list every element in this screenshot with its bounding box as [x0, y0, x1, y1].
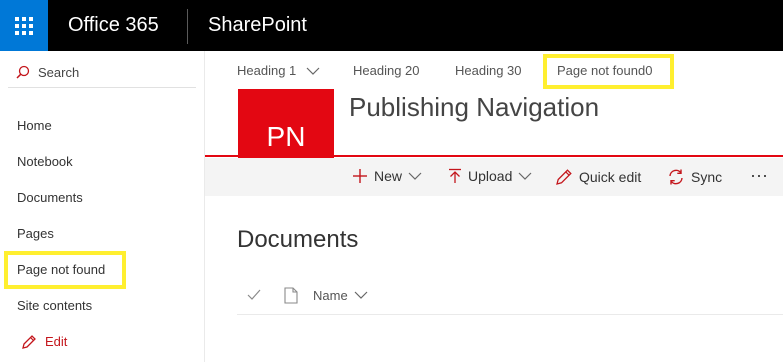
- header-divider: [205, 155, 783, 157]
- suite-bar: Office 365 SharePoint: [0, 0, 783, 51]
- sync-label: Sync: [691, 169, 723, 185]
- nav-item-notebook[interactable]: Notebook: [17, 154, 73, 169]
- highlight-box-topnav: [543, 54, 674, 89]
- command-bar: New Upload Quick edit Sync ···: [205, 158, 783, 196]
- topnav-label: Heading 1: [237, 63, 297, 78]
- topnav-item-heading-20[interactable]: Heading 20: [353, 63, 420, 78]
- site-title[interactable]: Publishing Navigation: [349, 92, 599, 123]
- chevron-down-icon: [354, 291, 368, 299]
- site-logo-text: PN: [266, 121, 306, 152]
- nav-item-pages[interactable]: Pages: [17, 226, 54, 241]
- upload-label: Upload: [468, 168, 513, 184]
- checkmark-icon[interactable]: [247, 289, 261, 301]
- library-title[interactable]: Documents: [237, 226, 358, 254]
- suite-divider: [187, 9, 188, 44]
- plus-icon: [353, 169, 367, 183]
- suite-app-title[interactable]: SharePoint: [208, 14, 307, 37]
- new-button[interactable]: New: [352, 168, 422, 184]
- app-launcher-button[interactable]: [0, 0, 48, 51]
- search-icon: [16, 65, 30, 79]
- topnav-item-heading-30[interactable]: Heading 30: [455, 63, 522, 78]
- upload-icon: [449, 168, 461, 183]
- chevron-down-icon: [408, 172, 422, 180]
- column-header-row: Name: [237, 280, 783, 315]
- chevron-down-icon: [306, 67, 320, 75]
- nav-item-site-contents[interactable]: Site contents: [17, 298, 92, 313]
- pencil-icon: [556, 169, 572, 185]
- suite-product-title[interactable]: Office 365: [68, 14, 159, 37]
- left-navigation: Search Home Notebook Documents Pages Pag…: [0, 51, 205, 362]
- highlight-box-leftnav: [4, 251, 126, 289]
- quick-edit-label: Quick edit: [579, 169, 642, 185]
- edit-icon: [22, 335, 36, 349]
- waffle-icon: [15, 16, 33, 35]
- chevron-down-icon: [518, 172, 532, 180]
- search-box[interactable]: Search: [8, 57, 196, 88]
- new-label: New: [374, 168, 403, 184]
- name-column-label: Name: [313, 288, 348, 303]
- search-label: Search: [38, 65, 80, 80]
- more-commands-button[interactable]: ···: [750, 165, 768, 186]
- sync-icon: [669, 169, 683, 185]
- topnav-item-heading-1[interactable]: Heading 1: [237, 63, 320, 78]
- nav-item-home[interactable]: Home: [17, 118, 52, 133]
- edit-links-button[interactable]: Edit: [45, 334, 67, 349]
- upload-button[interactable]: Upload: [448, 168, 532, 184]
- sync-button[interactable]: Sync: [667, 168, 722, 186]
- name-column-header[interactable]: Name: [313, 288, 368, 303]
- nav-item-documents[interactable]: Documents: [17, 190, 83, 205]
- file-icon[interactable]: [284, 287, 298, 304]
- quick-edit-button[interactable]: Quick edit: [555, 168, 641, 186]
